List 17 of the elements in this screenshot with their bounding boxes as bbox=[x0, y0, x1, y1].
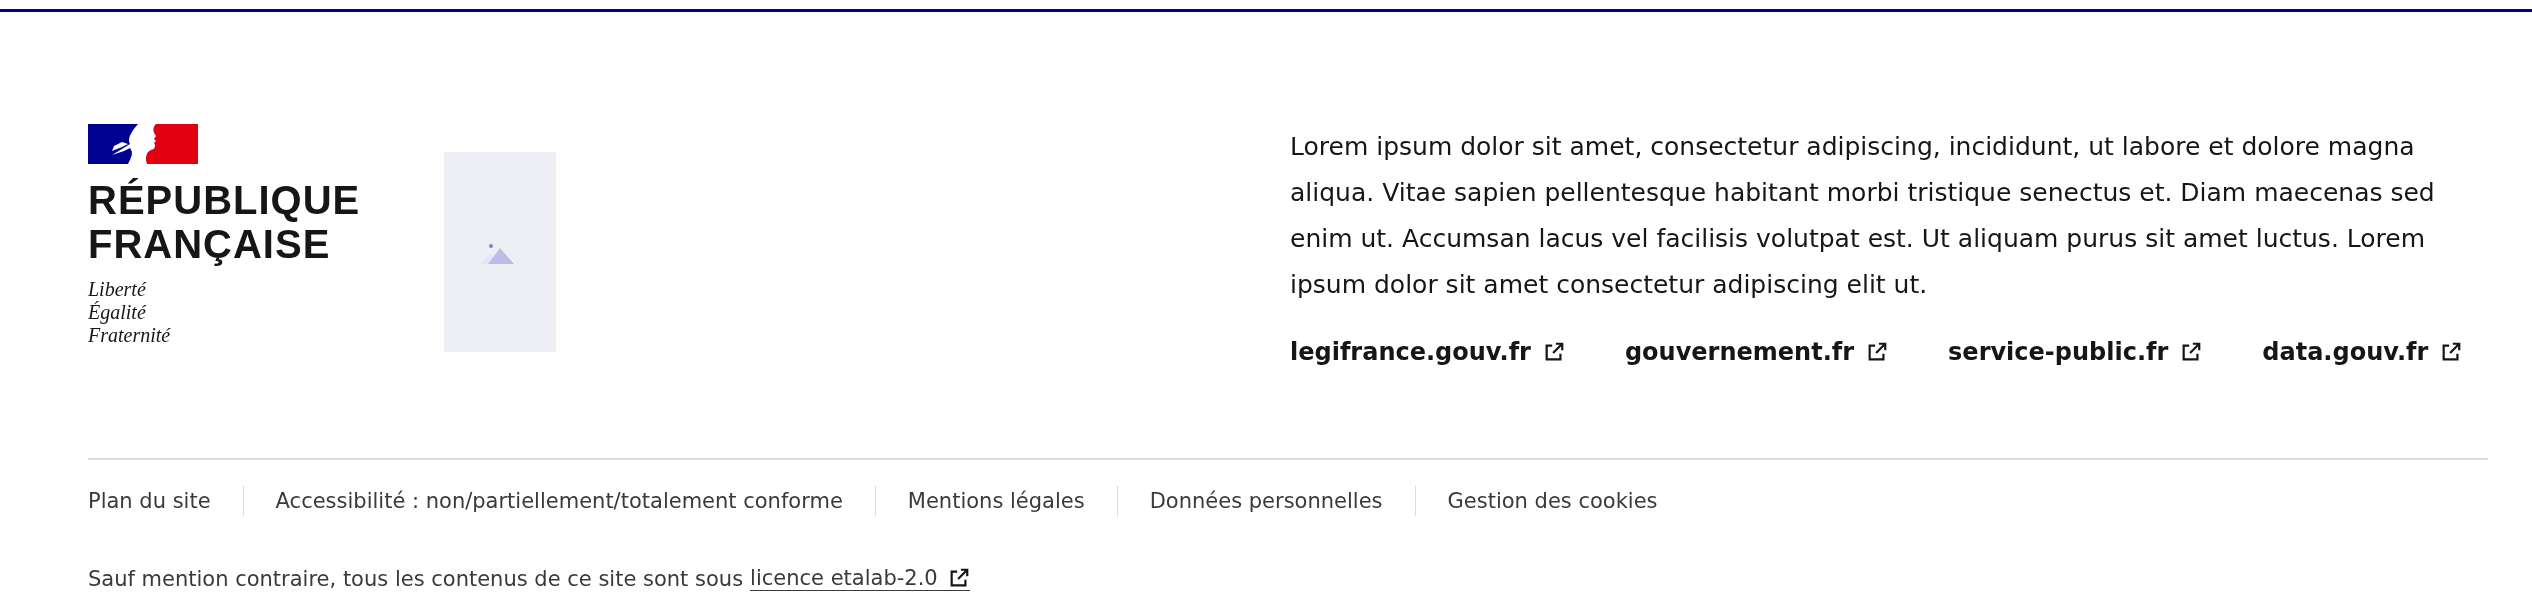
external-link[interactable]: legifrance.gouv.fr bbox=[1290, 338, 1565, 366]
external-link-icon bbox=[2180, 341, 2203, 363]
footer-link[interactable]: Gestion des cookies bbox=[1447, 489, 1658, 513]
external-link[interactable]: gouvernement.fr bbox=[1624, 338, 1889, 366]
footer-link[interactable]: Données personnelles bbox=[1149, 489, 1383, 513]
external-link-icon bbox=[2440, 341, 2463, 363]
footer-link[interactable]: Plan du site bbox=[88, 489, 211, 513]
footer-link[interactable]: Accessibilité : non/partiellement/totalement conforme bbox=[275, 489, 843, 513]
external-link[interactable]: data.gouv.fr bbox=[2262, 338, 2463, 366]
footer-link[interactable]: Mentions légales bbox=[907, 489, 1085, 513]
license-text: Sauf mention contraire, tous les contenus de ce site sont sous bbox=[88, 566, 744, 591]
brand-title: RÉPUBLIQUE FRANÇAISE bbox=[88, 178, 362, 266]
footer-description: Lorem ipsum dolor sit amet, consectetur adipiscing, incididunt, ut labore et dolore magna aliqua. Vitae sapien pellentesque habitant morbi tristique senectus et. Diam maecenas sed enim ut. Accumsan lacus vel facilisis volutpat est. Ut aliquam purus sit amet luctus. Lorem ipsum dolor sit amet consectetur adipiscing elit ut. bbox=[1290, 131, 2436, 301]
external-link-icon bbox=[1866, 341, 1889, 363]
motto: Liberté Égalité Fraternité bbox=[88, 278, 172, 347]
external-link[interactable]: service-public.fr bbox=[1948, 338, 2203, 366]
license-link[interactable]: licence etalab-2.0 bbox=[750, 566, 970, 591]
